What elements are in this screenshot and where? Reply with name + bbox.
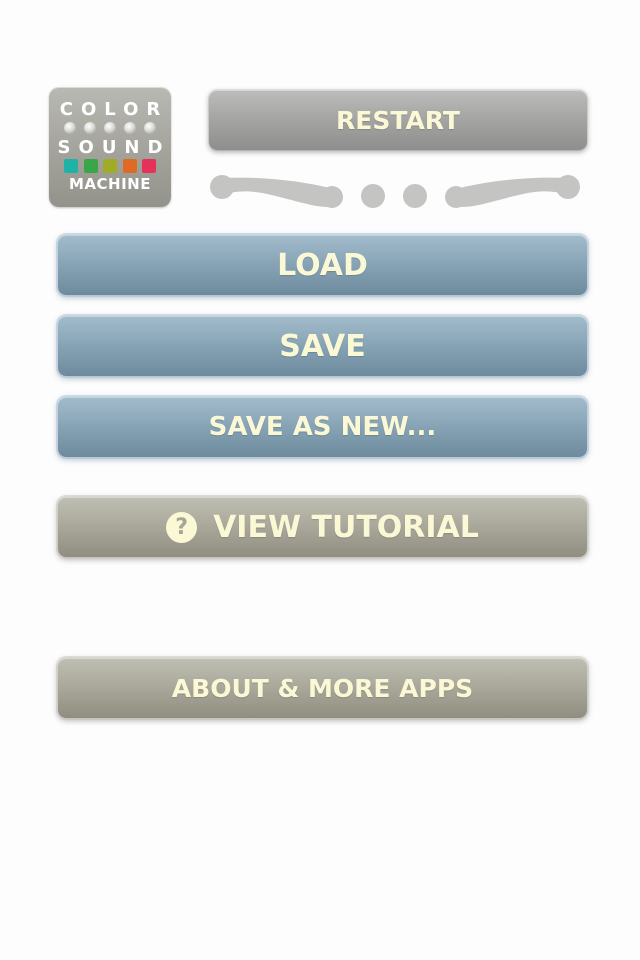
logo-word-color: COLOR	[59, 99, 169, 120]
help-circle-icon: ?	[166, 511, 198, 543]
logo-dot-icon	[144, 122, 156, 134]
logo-dot-icon	[64, 122, 76, 134]
logo-square-orange	[122, 159, 137, 173]
swirl-divider-icon	[210, 175, 580, 208]
app-logo: COLOR SOUND MACHINE	[49, 87, 171, 207]
restart-button[interactable]: RESTART	[209, 90, 587, 150]
logo-dot-icon	[104, 122, 116, 134]
logo-square-teal	[64, 159, 78, 173]
logo-color-squares	[64, 159, 156, 173]
logo-square-green	[83, 159, 98, 173]
logo-dot-icon	[124, 122, 136, 134]
logo-word-machine: MACHINE	[69, 175, 151, 193]
load-button[interactable]: LOAD	[58, 235, 587, 295]
save-as-new-button[interactable]: SAVE AS NEW...	[58, 397, 587, 457]
logo-dots	[64, 122, 156, 134]
about-more-apps-button[interactable]: ABOUT & MORE APPS	[58, 658, 587, 718]
main-menu-screen: COLOR SOUND MACHINE RESTART LOAD SAVE SA…	[0, 0, 640, 960]
save-button[interactable]: SAVE	[58, 316, 587, 376]
logo-word-sound: SOUND	[57, 137, 171, 158]
view-tutorial-label: VIEW TUTORIAL	[213, 509, 479, 545]
logo-square-red	[142, 159, 156, 173]
logo-dot-icon	[84, 122, 96, 134]
view-tutorial-button[interactable]: ? VIEW TUTORIAL	[58, 497, 587, 557]
logo-square-olive	[103, 159, 117, 173]
